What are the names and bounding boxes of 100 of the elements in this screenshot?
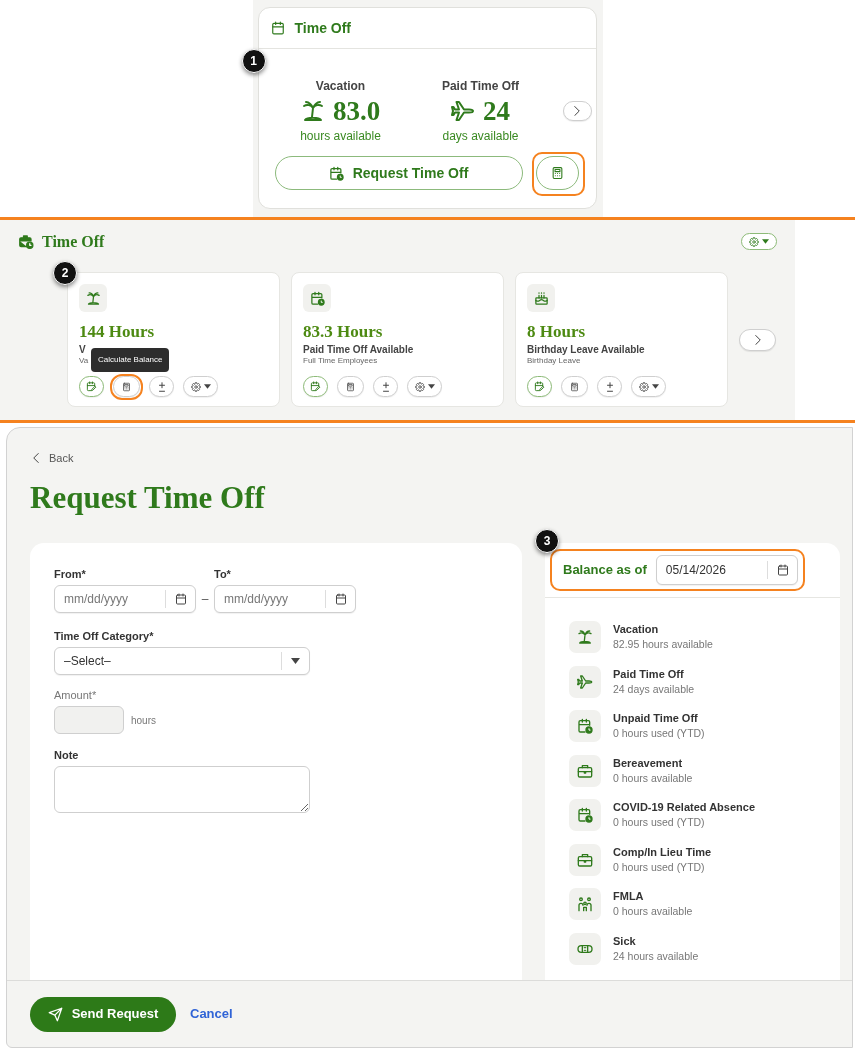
- balance-detail: 24 days available: [613, 681, 695, 697]
- balance-name: FMLA: [613, 889, 645, 904]
- calendar-icon: [335, 593, 347, 605]
- palm-tree-icon: [569, 621, 601, 653]
- balance-amount: 83.3 Hours: [303, 322, 383, 342]
- settings-dropdown[interactable]: [631, 376, 666, 397]
- chevron-right-icon: [574, 106, 580, 116]
- caret-icon: [427, 384, 435, 389]
- stat-value: 24: [483, 96, 510, 126]
- calendar-clock-icon: [303, 284, 331, 312]
- widget-title: Time Off: [42, 233, 105, 250]
- unit-label: hours: [131, 713, 156, 728]
- page-title: Request Time Off: [30, 479, 265, 517]
- balance-name: Paid Time Off: [613, 666, 685, 682]
- calculator-button[interactable]: [561, 376, 588, 397]
- balance-detail: 0 hours used (YTD): [613, 859, 706, 875]
- field-label: Note: [54, 749, 79, 762]
- chevron-right-icon: [754, 334, 761, 345]
- briefcase-icon: [569, 754, 601, 787]
- stat-value: 83.0: [332, 96, 381, 126]
- request-button[interactable]: [527, 376, 552, 397]
- adjust-button[interactable]: [149, 376, 174, 397]
- adjust-button[interactable]: [373, 376, 398, 397]
- date-field[interactable]: 05/14/2026: [655, 555, 798, 585]
- bandage-icon: [569, 932, 601, 965]
- gear-icon: [414, 381, 425, 392]
- field-label: To*: [214, 568, 231, 581]
- settings-dropdown[interactable]: [407, 376, 442, 397]
- stat-unit: days available: [441, 129, 520, 143]
- plane-icon: [451, 99, 475, 123]
- palm-tree-icon: [300, 99, 325, 123]
- balance-title: Paid Time Off Available: [303, 344, 414, 356]
- field-label: Time Off Category*: [54, 630, 154, 643]
- calendar-clock-icon: [569, 710, 601, 742]
- calculator-icon: [550, 166, 564, 180]
- palm-tree-icon: [79, 284, 107, 312]
- balance-subtitle: Full Time Employees: [303, 356, 378, 366]
- balance-detail: 0 hours available: [613, 770, 693, 786]
- cancel-link[interactable]: Cancel: [190, 1004, 233, 1024]
- balance-detail: 0 hours used (YTD): [613, 815, 706, 830]
- request-button[interactable]: [303, 376, 328, 397]
- calendar-edit-icon: [534, 381, 545, 392]
- request-button[interactable]: [79, 376, 104, 397]
- balance-subtitle: Birthday Leave: [527, 356, 581, 366]
- balance-name: Comp/In Lieu Time: [613, 844, 712, 860]
- balance-name: Unpaid Time Off: [613, 711, 699, 726]
- balance-detail: 24 hours available: [613, 948, 699, 964]
- send-request-button[interactable]: Send Request: [30, 996, 176, 1032]
- balance-title: V: [79, 344, 86, 356]
- request-time-off-button[interactable]: Request Time Off: [274, 156, 523, 190]
- stat-label: Paid Time Off: [440, 79, 521, 93]
- balance-amount: 8 Hours: [527, 322, 586, 342]
- date-field[interactable]: mm/dd/yyyy: [214, 585, 356, 613]
- caret-icon: [651, 384, 659, 389]
- balance-subtitle: Va: [79, 356, 89, 366]
- caret-icon: [203, 384, 211, 389]
- balance-detail: 0 hours used (YTD): [613, 726, 705, 741]
- calculator-icon: [570, 381, 579, 392]
- gear-icon: [749, 236, 759, 247]
- date-field[interactable]: mm/dd/yyyy: [54, 585, 196, 613]
- settings-dropdown[interactable]: [741, 233, 777, 250]
- stat-unit: hours available: [299, 129, 382, 143]
- balance-label: Balance as of: [563, 561, 647, 580]
- tooltip: Calculate Balance: [91, 348, 170, 372]
- calendar-edit-icon: [310, 381, 321, 392]
- gear-icon: [638, 381, 649, 392]
- briefcase-clock-icon: [18, 234, 34, 249]
- calendar-clock-icon: [569, 799, 601, 831]
- cake-icon: [527, 284, 555, 312]
- calculator-button[interactable]: [535, 156, 579, 190]
- callout-marker: 1: [241, 49, 266, 73]
- caret-icon: [762, 239, 769, 244]
- send-icon: [47, 1006, 63, 1022]
- chevron-left-icon: [33, 453, 39, 463]
- stat-label: Vacation: [314, 79, 367, 93]
- calendar-edit-icon: [86, 381, 97, 392]
- balance-detail: 82.95 hours available: [613, 637, 713, 652]
- plus-minus-icon: [606, 381, 613, 392]
- note-field[interactable]: [54, 766, 310, 813]
- settings-dropdown[interactable]: [183, 376, 218, 397]
- balance-name: COVID-19 Related Absence: [613, 800, 756, 815]
- balance-amount: 144 Hours: [79, 322, 155, 342]
- plus-minus-icon: [382, 381, 389, 392]
- calendar-clock-icon: [328, 165, 344, 181]
- balance-detail: 0 hours available: [613, 904, 693, 919]
- range-separator: –: [200, 592, 210, 606]
- balance-name: Bereavement: [613, 755, 684, 771]
- category-select[interactable]: –Select–: [54, 647, 310, 675]
- calendar-icon: [776, 564, 789, 576]
- calculator-button[interactable]: [337, 376, 364, 397]
- family-icon: [569, 888, 601, 920]
- card-title: Time Off: [294, 18, 352, 38]
- plane-icon: [569, 665, 601, 698]
- callout-marker: 3: [535, 529, 559, 553]
- gear-icon: [190, 381, 201, 392]
- calendar-icon: [175, 593, 187, 605]
- briefcase-icon: [569, 843, 601, 876]
- adjust-button[interactable]: [597, 376, 622, 397]
- calendar-icon: [270, 21, 285, 35]
- back-link[interactable]: Back: [33, 451, 74, 465]
